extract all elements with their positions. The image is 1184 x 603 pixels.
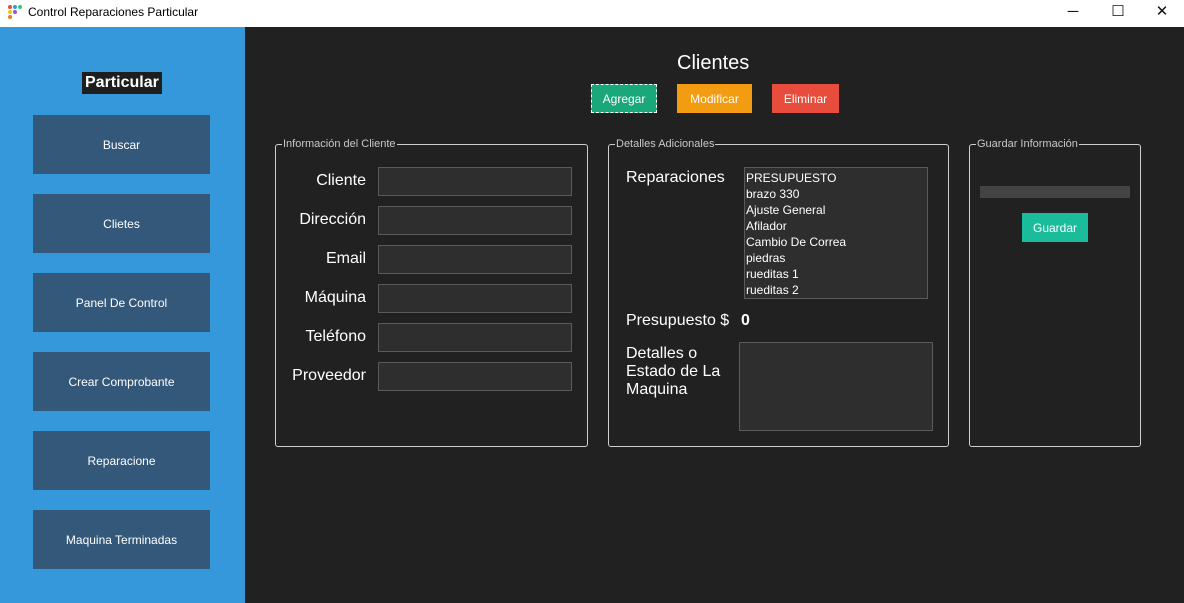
list-item[interactable]: rueditas 1 [745, 266, 927, 282]
sidebar-item-panel-de-control[interactable]: Panel De Control [33, 273, 210, 332]
app-icon [8, 5, 22, 19]
sidebar-item-maquinas-terminadas[interactable]: Maquina Terminadas [33, 510, 210, 569]
cliente-input[interactable] [378, 167, 572, 196]
cliente-label: Cliente [316, 172, 366, 189]
telefono-label: Teléfono [305, 328, 367, 345]
list-item[interactable]: Afilador [745, 218, 927, 234]
sidebar-item-buscar[interactable]: Buscar [33, 115, 210, 174]
sidebar-item-reparaciones[interactable]: Reparacione [33, 431, 210, 490]
details-legend: Detalles Adicionales [615, 137, 716, 151]
direccion-input[interactable] [378, 206, 572, 235]
title-bar: Control Reparaciones Particular ─ ☐ ✕ [0, 0, 1184, 27]
list-item[interactable]: Ajuste General [745, 202, 927, 218]
page-title: Clientes [677, 52, 750, 74]
email-input[interactable] [378, 245, 572, 274]
direccion-label: Dirección [299, 211, 366, 228]
save-button[interactable]: Guardar [1022, 213, 1088, 242]
repairs-label: Reparaciones [626, 169, 725, 186]
proveedor-input[interactable] [378, 362, 572, 391]
list-item[interactable]: piedras [745, 250, 927, 266]
email-label: Email [325, 250, 366, 267]
minimize-button[interactable]: ─ [1050, 0, 1096, 26]
notes-label-line: Detalles o [626, 345, 698, 362]
close-button[interactable]: ✕ [1139, 0, 1184, 26]
maquina-input[interactable] [378, 284, 572, 313]
delete-button[interactable]: Eliminar [772, 84, 839, 113]
telefono-input[interactable] [378, 323, 572, 352]
list-item[interactable]: Cambio De Correa [745, 234, 927, 250]
repairs-listbox[interactable]: PRESUPUESTO brazo 330 Ajuste General Afi… [744, 167, 928, 299]
list-item[interactable]: brazo 330 [745, 186, 927, 202]
sidebar-item-crear-comprobante[interactable]: Crear Comprobante [33, 352, 210, 411]
maquina-label: Máquina [304, 289, 366, 306]
proveedor-label: Proveedor [292, 367, 366, 384]
save-progress-bar [980, 186, 1130, 198]
notes-label: Detalles o Estado de La Maquina [626, 345, 720, 399]
notes-label-line: Maquina [626, 381, 688, 398]
sidebar-brand: Particular [82, 72, 162, 94]
maximize-button[interactable]: ☐ [1095, 0, 1141, 26]
client-info-legend: Información del Cliente [282, 137, 397, 151]
notes-textarea[interactable] [739, 342, 933, 431]
list-item[interactable]: PRESUPUESTO [745, 170, 927, 186]
budget-value: 0 [741, 312, 750, 329]
notes-label-line: Estado de La [626, 363, 721, 380]
add-button[interactable]: Agregar [591, 84, 657, 113]
window-title: Control Reparaciones Particular [28, 5, 199, 19]
sidebar-item-clientes[interactable]: Clietes [33, 194, 210, 253]
save-legend: Guardar Información [976, 137, 1079, 151]
modify-button[interactable]: Modificar [677, 84, 752, 113]
budget-label: Presupuesto $ [626, 312, 730, 329]
list-item[interactable]: rueditas 2 [745, 282, 927, 298]
